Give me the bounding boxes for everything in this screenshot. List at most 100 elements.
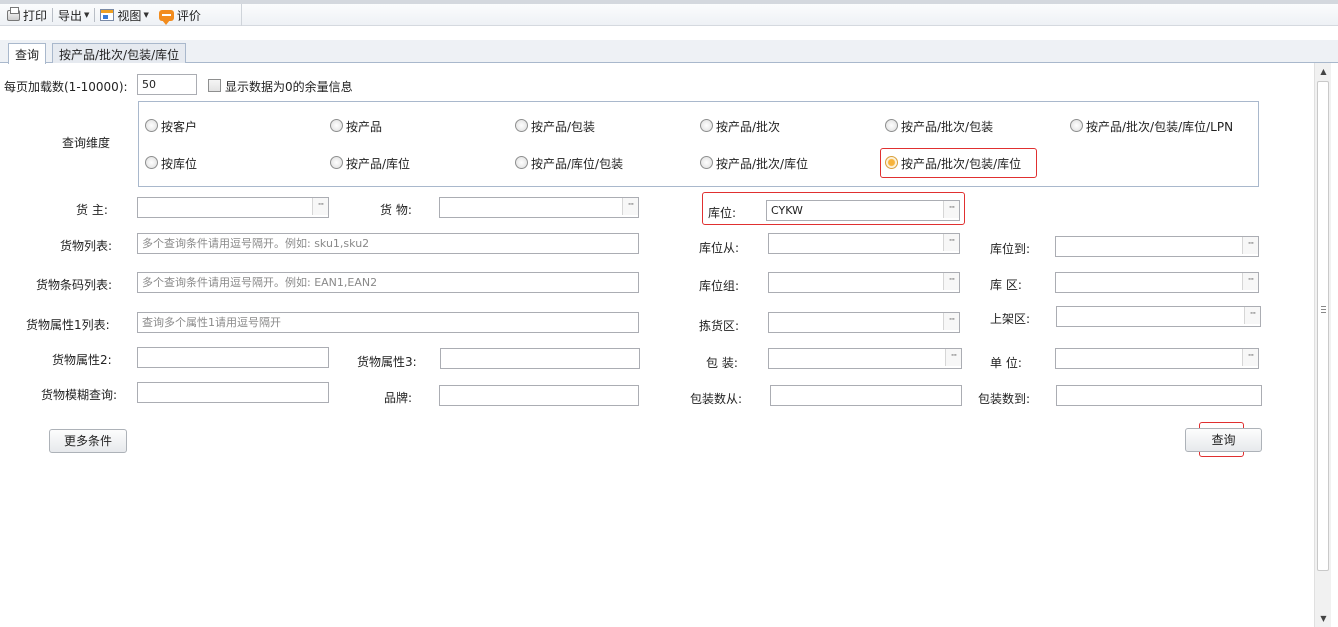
- show-zero-checkbox[interactable]: [208, 79, 221, 92]
- location-label: 库位:: [708, 206, 737, 220]
- ellipsis-icon[interactable]: ···: [622, 198, 638, 215]
- rate-button[interactable]: 评价: [154, 4, 206, 26]
- radio-by-product-package[interactable]: [515, 119, 528, 132]
- owner-input[interactable]: [137, 197, 329, 218]
- zone-label: 库 区:: [990, 278, 1022, 292]
- ellipsis-icon[interactable]: ···: [1242, 273, 1258, 290]
- owner-label: 货 主:: [76, 203, 108, 217]
- ellipsis-icon[interactable]: ···: [943, 313, 959, 330]
- barcode-list-input[interactable]: [137, 272, 639, 293]
- location-group-input[interactable]: [768, 272, 960, 293]
- ellipsis-icon[interactable]: ···: [945, 349, 961, 366]
- dimension-group: [138, 101, 1259, 187]
- brand-label: 品牌:: [384, 391, 413, 405]
- attr3-label: 货物属性3:: [357, 355, 417, 369]
- unit-input[interactable]: [1055, 348, 1259, 369]
- location-to-input[interactable]: [1055, 236, 1259, 257]
- radio-by-product[interactable]: [330, 119, 343, 132]
- print-button[interactable]: 打印: [2, 4, 52, 26]
- brand-input[interactable]: [439, 385, 639, 406]
- ellipsis-icon[interactable]: ···: [943, 201, 959, 218]
- scroll-up-icon[interactable]: ▲: [1315, 63, 1332, 80]
- ellipsis-icon[interactable]: ···: [943, 273, 959, 290]
- tab-query[interactable]: 查询: [8, 43, 47, 64]
- scrollbar-thumb[interactable]: [1317, 81, 1329, 571]
- fuzzy-search-label: 货物模糊查询:: [41, 388, 118, 402]
- radio-label: 按客户: [161, 120, 198, 134]
- view-button[interactable]: 视图 ▼: [95, 4, 153, 26]
- location-to-label: 库位到:: [990, 242, 1031, 256]
- radio-by-product-batch-location[interactable]: [700, 156, 713, 169]
- goods-label: 货 物:: [380, 203, 412, 217]
- ellipsis-icon[interactable]: ···: [1242, 349, 1258, 366]
- printer-icon: [7, 6, 20, 21]
- comment-icon: [158, 9, 174, 25]
- radio-by-product-batch[interactable]: [700, 119, 713, 132]
- owner-field: ···: [137, 197, 329, 218]
- radio-label: 按产品: [346, 120, 383, 134]
- radio-by-product-batch-package-location[interactable]: [885, 156, 898, 169]
- radio-by-product-batch-package[interactable]: [885, 119, 898, 132]
- radio-label: 按产品/批次/库位: [716, 157, 809, 171]
- radio-by-location[interactable]: [145, 156, 158, 169]
- goods-input[interactable]: [439, 197, 639, 218]
- location-from-input[interactable]: [768, 233, 960, 254]
- unit-label: 单 位:: [990, 356, 1022, 370]
- attr1-list-input[interactable]: [137, 312, 639, 333]
- zone-input[interactable]: [1055, 272, 1259, 293]
- location-field: ···: [766, 200, 960, 221]
- attr2-input[interactable]: [137, 347, 329, 368]
- tab-by-product-batch-package-location[interactable]: 按产品/批次/包装/库位: [52, 43, 187, 63]
- picking-area-input[interactable]: [768, 312, 960, 333]
- goods-list-label: 货物列表:: [60, 239, 113, 253]
- goods-field: ···: [439, 197, 639, 218]
- pack-qty-from-input[interactable]: [770, 385, 962, 406]
- fuzzy-search-input[interactable]: [137, 382, 329, 403]
- radio-label: 按库位: [161, 157, 198, 171]
- tab-bar: 查询 按产品/批次/包装/库位: [0, 40, 1338, 64]
- radio-by-product-location-package[interactable]: [515, 156, 528, 169]
- radio-by-product-location[interactable]: [330, 156, 343, 169]
- attr3-input[interactable]: [440, 348, 640, 369]
- more-conditions-button[interactable]: 更多条件: [49, 429, 127, 453]
- pack-qty-from-label: 包装数从:: [690, 392, 743, 406]
- location-group-label: 库位组:: [699, 279, 740, 293]
- location-from-field: ···: [768, 233, 960, 254]
- putaway-area-label: 上架区:: [990, 312, 1031, 326]
- query-button[interactable]: 查询: [1185, 428, 1262, 452]
- view-icon: [100, 9, 115, 21]
- zone-field: ···: [1055, 272, 1259, 293]
- radio-label: 按产品/批次/包装/库位/LPN: [1086, 120, 1234, 134]
- package-field: ···: [768, 348, 962, 369]
- goods-list-input[interactable]: [137, 233, 639, 254]
- ellipsis-icon[interactable]: ···: [1242, 237, 1258, 254]
- unit-field: ···: [1055, 348, 1259, 369]
- grip-icon: [1321, 306, 1326, 313]
- picking-area-field: ···: [768, 312, 960, 333]
- location-group-field: ···: [768, 272, 960, 293]
- page-size-input[interactable]: [137, 74, 197, 95]
- radio-label: 按产品/库位: [346, 157, 411, 171]
- attr1-list-label: 货物属性1列表:: [26, 318, 110, 332]
- putaway-area-field: ···: [1056, 306, 1261, 327]
- radio-by-customer[interactable]: [145, 119, 158, 132]
- ellipsis-icon[interactable]: ···: [1244, 307, 1260, 324]
- scroll-down-icon[interactable]: ▼: [1315, 610, 1332, 627]
- chevron-down-icon: ▼: [84, 11, 90, 19]
- radio-label: 按产品/包装: [531, 120, 596, 134]
- vertical-scrollbar[interactable]: ▲ ▼: [1314, 63, 1331, 627]
- dimension-label: 查询维度: [62, 136, 111, 150]
- radio-label: 按产品/批次/包装/库位: [901, 157, 1022, 171]
- radio-label: 按产品/批次: [716, 120, 781, 134]
- pack-qty-to-input[interactable]: [1056, 385, 1262, 406]
- radio-by-product-batch-package-location-lpn[interactable]: [1070, 119, 1083, 132]
- package-input[interactable]: [768, 348, 962, 369]
- ellipsis-icon[interactable]: ···: [312, 198, 328, 215]
- toolbar-group: 打印 导出 ▼ 视图 ▼ 评价: [2, 4, 242, 26]
- ellipsis-icon[interactable]: ···: [943, 234, 959, 251]
- barcode-list-label: 货物条码列表:: [36, 278, 113, 292]
- page-size-label: 每页加载数(1-10000):: [4, 80, 128, 94]
- putaway-area-input[interactable]: [1056, 306, 1261, 327]
- location-input[interactable]: [766, 200, 960, 221]
- export-button[interactable]: 导出 ▼: [53, 4, 94, 26]
